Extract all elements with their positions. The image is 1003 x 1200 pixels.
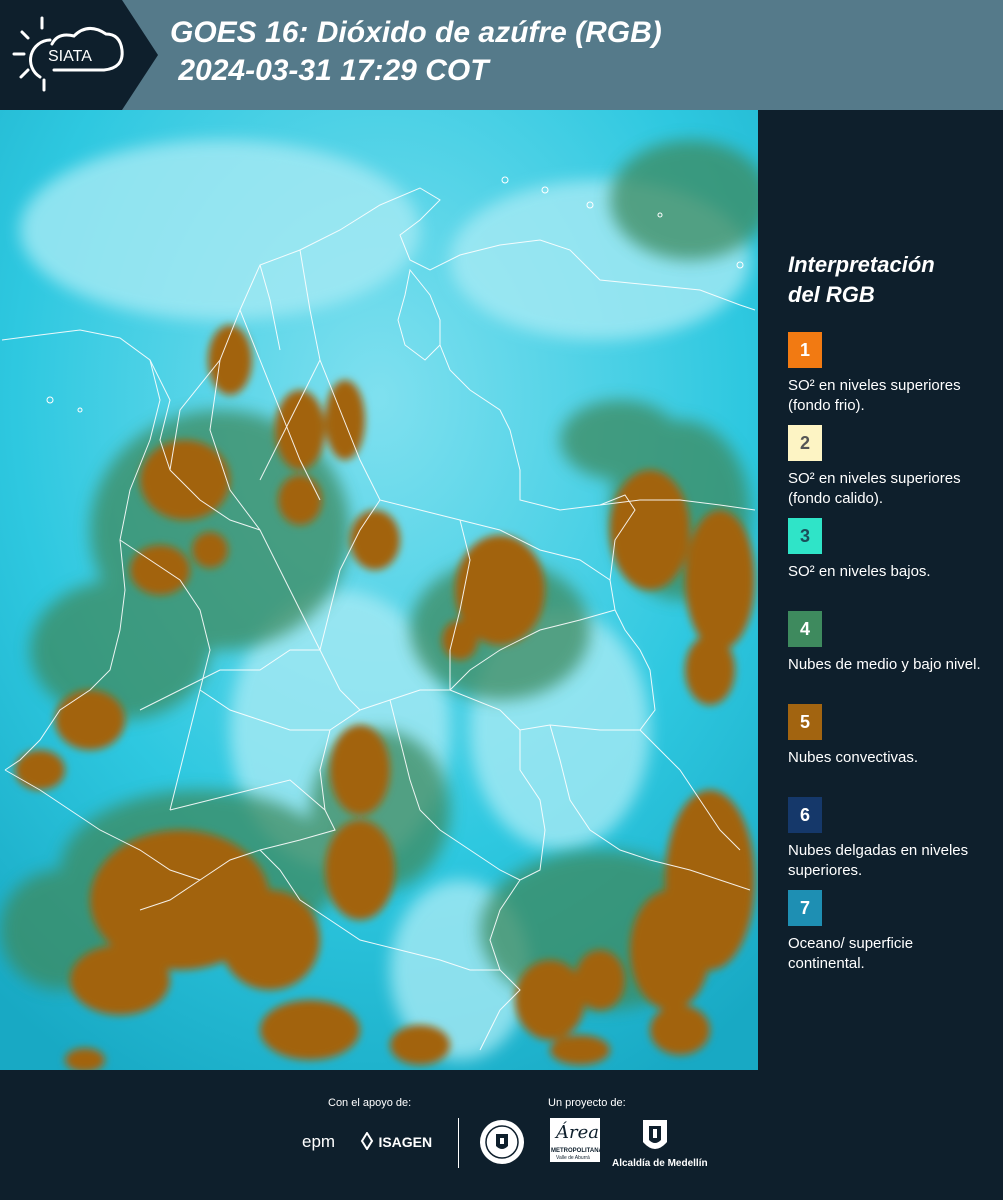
- alcaldia-emblem-icon: [641, 1118, 669, 1161]
- legend-item-6: 6 Nubes delgadas en niveles superiores.: [788, 797, 993, 890]
- satellite-map[interactable]: [0, 110, 758, 1070]
- legend-item-7: 7 Oceano/ superficie continental.: [788, 890, 993, 983]
- project-label: Un proyecto de:: [548, 1097, 626, 1109]
- legend-title-line-1: Interpretación: [788, 252, 935, 277]
- legend-panel: Interpretación del RGB 1 SO² en niveles s…: [788, 250, 993, 983]
- legend-item-4: 4 Nubes de medio y bajo nivel.: [788, 611, 993, 704]
- area-metropolitana-logo[interactable]: Área METROPOLITANA Valle de Aburrá: [550, 1118, 603, 1162]
- legend-item-3: 3 SO² en niveles bajos.: [788, 518, 993, 611]
- alcaldia-text[interactable]: Alcaldía de Medellín: [612, 1158, 708, 1169]
- legend-item-5: 5 Nubes convectivas.: [788, 704, 993, 797]
- legend-items: 1 SO² en niveles superiores (fondo frio).…: [788, 332, 993, 983]
- isagen-text: ISAGEN: [378, 1134, 433, 1150]
- legend-item-2: 2 SO² en niveles superiores (fondo calido…: [788, 425, 993, 518]
- metropolitana-text: METROPOLITANA: [551, 1148, 603, 1154]
- legend-title: Interpretación del RGB: [788, 250, 993, 310]
- legend-label: SO² en niveles superiores (fondo frio).: [788, 377, 961, 414]
- legend-label: SO² en niveles superiores (fondo calido)…: [788, 470, 961, 507]
- legend-title-line-2: del RGB: [788, 282, 875, 307]
- legend-swatch: 5: [788, 704, 822, 740]
- legend-label: Oceano/ superficie continental.: [788, 935, 914, 972]
- medellin-seal[interactable]: [478, 1118, 526, 1171]
- valle-text: Valle de Aburrá: [556, 1155, 590, 1161]
- siata-logo[interactable]: SIATA: [0, 0, 160, 110]
- legend-swatch: 2: [788, 425, 822, 461]
- page-title: GOES 16: Dióxido de azúfre (RGB) 2024-03…: [170, 14, 662, 90]
- legend-swatch: 6: [788, 797, 822, 833]
- footer-divider: [458, 1118, 459, 1168]
- legend-label: SO² en niveles bajos.: [788, 563, 931, 580]
- area-script-text: Área: [556, 1122, 599, 1143]
- epm-logo[interactable]: epm: [302, 1132, 335, 1152]
- legend-item-1: 1 SO² en niveles superiores (fondo frio).: [788, 332, 993, 425]
- legend-label: Nubes de medio y bajo nivel.: [788, 656, 981, 673]
- footer-sponsors: Con el apoyo de: Un proyecto de: epm ISA…: [0, 1070, 1003, 1200]
- title-line-1: GOES 16: Dióxido de azúfre (RGB): [170, 16, 662, 49]
- isagen-mark-icon: [360, 1131, 374, 1151]
- legend-label: Nubes delgadas en niveles superiores.: [788, 842, 969, 879]
- title-line-2: 2024-03-31 17:29 COT: [170, 54, 489, 87]
- legend-label: Nubes convectivas.: [788, 749, 919, 766]
- support-label: Con el apoyo de:: [328, 1097, 412, 1109]
- legend-swatch: 1: [788, 332, 822, 368]
- isagen-logo[interactable]: ISAGEN: [360, 1131, 433, 1152]
- legend-swatch: 3: [788, 518, 822, 554]
- header-bar: SIATA GOES 16: Dióxido de azúfre (RGB) 2…: [0, 0, 1003, 110]
- siata-logo-text: SIATA: [48, 48, 92, 65]
- legend-swatch: 4: [788, 611, 822, 647]
- legend-swatch: 7: [788, 890, 822, 926]
